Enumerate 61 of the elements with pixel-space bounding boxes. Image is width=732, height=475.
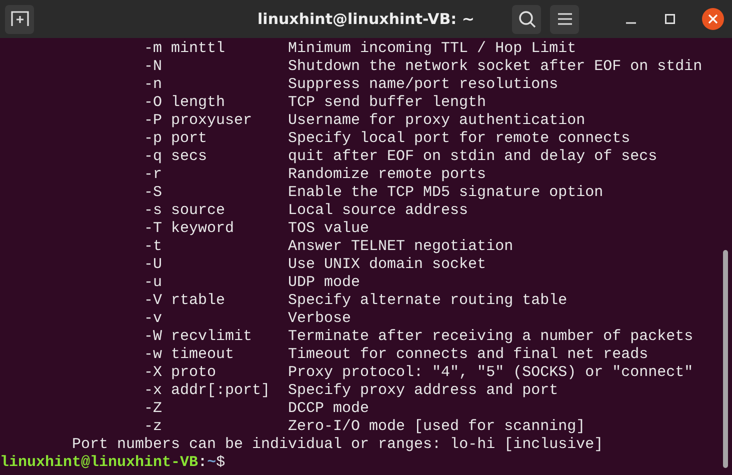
option-description: Randomize remote ports xyxy=(288,166,486,184)
option-description: Specify alternate routing table xyxy=(288,292,568,310)
option-description: Use UNIX domain socket xyxy=(288,256,486,274)
prompt-symbol: $ xyxy=(216,454,226,472)
option-label: -X proto xyxy=(144,364,216,381)
option-description: Enable the TCP MD5 signature option xyxy=(288,184,604,202)
option-description: UDP mode xyxy=(288,274,360,292)
search-button[interactable] xyxy=(512,4,541,34)
option-description: TCP send buffer length xyxy=(288,94,486,112)
option-description: Shutdown the network socket after EOF on stdin xyxy=(288,58,702,76)
option-description: DCCP mode xyxy=(288,400,370,418)
option-label: -P proxyuser xyxy=(144,112,252,129)
close-icon xyxy=(708,14,718,24)
option-description: Username for proxy authentication xyxy=(288,112,586,130)
option-description: TOS value xyxy=(288,220,370,238)
search-icon xyxy=(518,10,536,28)
option-description: Local source address xyxy=(288,202,468,220)
option-label: -p port xyxy=(144,130,208,147)
option-description: Zero-I/O mode [used for scanning] xyxy=(288,418,586,436)
option-label: -N xyxy=(144,58,162,75)
option-description: Verbose xyxy=(288,310,352,328)
minimize-icon xyxy=(626,22,636,24)
close-button[interactable] xyxy=(702,8,724,30)
option-label: -z xyxy=(144,418,162,435)
option-description: Suppress name/port resolutions xyxy=(288,76,558,94)
help-note: Port numbers can be individual or ranges: lo-hi [inclusive] xyxy=(72,436,604,454)
option-description: Minimum incoming TTL / Hop Limit xyxy=(288,40,576,58)
option-description: Specify local port for remote connects xyxy=(288,130,630,148)
new-tab-icon xyxy=(10,11,28,27)
menu-icon xyxy=(558,12,572,26)
new-tab-button[interactable] xyxy=(5,4,34,34)
option-label: -w timeout xyxy=(144,346,234,363)
maximize-icon xyxy=(665,14,675,24)
option-label: -Z xyxy=(144,400,162,417)
option-label: -S xyxy=(144,184,162,201)
option-description: Specify proxy address and port xyxy=(288,382,558,400)
option-label: -t xyxy=(144,238,162,255)
option-description: quit after EOF on stdin and delay of secs xyxy=(288,148,658,166)
window-title: linuxhint@linuxhint-VB: ~ xyxy=(258,10,474,28)
option-label: -V rtable xyxy=(144,292,226,309)
option-description: Terminate after receiving a number of packets xyxy=(288,328,694,346)
prompt-user-host: linuxhint@linuxhint-VB xyxy=(0,454,198,472)
menu-button[interactable] xyxy=(550,4,579,34)
option-label: -T keyword xyxy=(144,220,234,237)
option-label: -x addr[:port] xyxy=(144,382,270,399)
option-description: Proxy protocol: "4", "5" (SOCKS) or "connect" xyxy=(288,364,694,382)
option-label: -m minttl xyxy=(144,40,226,57)
scrollbar-thumb[interactable] xyxy=(723,250,728,468)
prompt-path: ~ xyxy=(207,454,216,472)
option-description: Timeout for connects and final net reads xyxy=(288,346,648,364)
option-label: -s source xyxy=(144,202,226,219)
prompt-separator: : xyxy=(198,454,208,472)
option-label: -q secs xyxy=(144,148,208,165)
option-label: -n xyxy=(144,76,162,93)
option-label: -v xyxy=(144,310,162,327)
option-label: -U xyxy=(144,256,162,273)
option-label: -W recvlimit xyxy=(144,328,252,345)
option-label: -u xyxy=(144,274,162,291)
option-label: -O length xyxy=(144,94,226,111)
option-description: Answer TELNET negotiation xyxy=(288,238,514,256)
option-label: -r xyxy=(144,166,162,183)
